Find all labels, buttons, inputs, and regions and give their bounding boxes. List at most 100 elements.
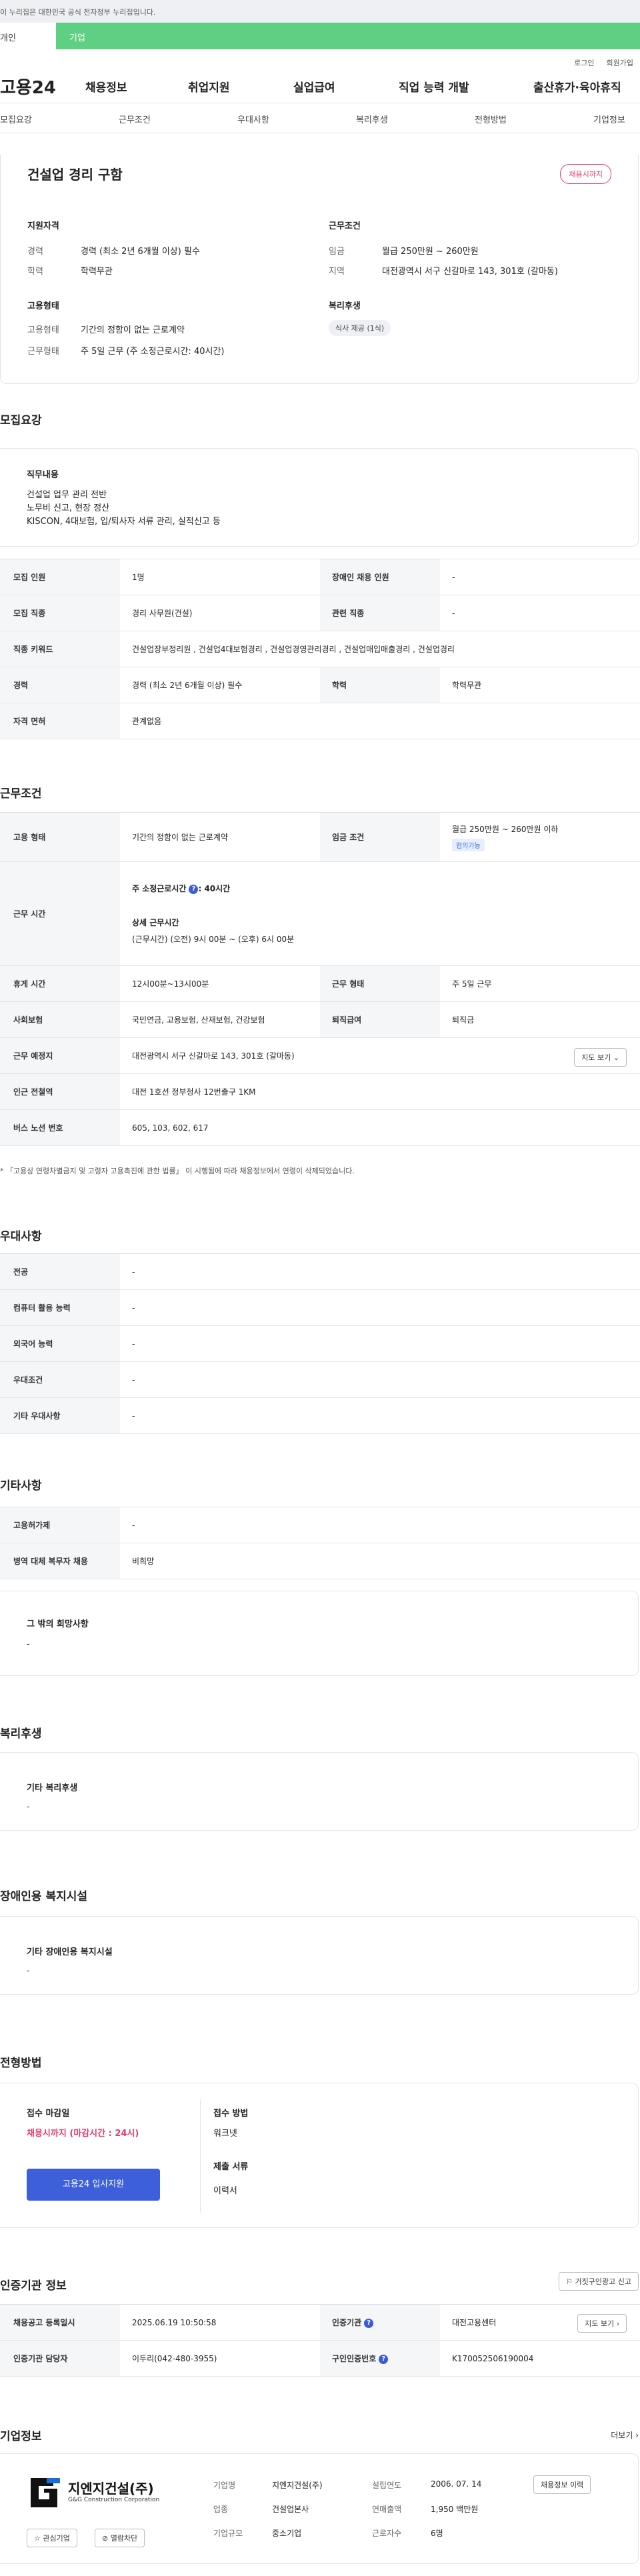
founded-value: 2006. 07. 14: [431, 2479, 482, 2489]
welfare-card-heading: 기타 복리후생: [27, 1783, 78, 1793]
duty-line-3: KISCON, 4대보험, 입/퇴사자 서류 관리, 실적신고 등: [27, 517, 221, 527]
company-logo: 지엔지건설(주) G&G Construction Corporation: [27, 2474, 173, 2514]
edu-table-value: 학력무관: [440, 667, 640, 703]
org-value: 대전고용센터: [452, 2318, 497, 2327]
conditions-heading: 근무조건: [329, 221, 361, 231]
report-button[interactable]: ⚐ 거짓구인광고 신고: [559, 2272, 639, 2291]
break-label: 휴게 시간: [0, 965, 120, 1002]
star-icon: ☆: [34, 2534, 41, 2543]
permit-value: -: [120, 1507, 640, 1543]
other-wishes-heading: 그 밖의 희망사항: [27, 1619, 89, 1629]
location-cell: 대전광역시 서구 신갈마로 143, 301호 (갈마동) 지도 보기 ⌄: [120, 1037, 640, 1074]
welfare-card: 기타 복리후생 -: [0, 1752, 639, 1831]
signup-link[interactable]: 회원가입: [607, 57, 633, 69]
work-section-title: 근무조건: [0, 787, 42, 801]
tab-preference[interactable]: 우대사항: [237, 113, 269, 125]
history-button[interactable]: 채용정보 이력: [533, 2475, 591, 2494]
reqno-label: 구인인증번호: [332, 2354, 377, 2363]
reqno-value: K170052506190004: [440, 2340, 640, 2377]
hours-weekly-value: : 40시간: [198, 884, 231, 893]
language-label: 외국어 능력: [0, 1325, 120, 1362]
region-label: 지역: [329, 267, 345, 277]
revenue-label: 연매출액: [372, 2505, 402, 2514]
tab-enterprise[interactable]: 기업: [56, 23, 640, 49]
map-button[interactable]: 지도 보기 ⌄: [574, 1048, 627, 1067]
etc-table: 고용허가제 - 병역 대체 복무자 채용 비희망: [0, 1507, 640, 1579]
apply-button[interactable]: 고용24 입사지원: [27, 2169, 160, 2201]
major-value: -: [120, 1253, 640, 1290]
tab-company[interactable]: 기업정보: [593, 113, 625, 125]
tab-recruit[interactable]: 모집요강: [0, 113, 32, 125]
preference-table: 전공 - 컴퓨터 활용 능력 - 외국어 능력 - 우대조건 - 기타 우대사항 -: [0, 1253, 640, 1434]
tab-conditions[interactable]: 근무조건: [119, 113, 151, 125]
status-badge: 채용시까지: [560, 164, 611, 184]
more-link[interactable]: 더보기 ›: [611, 2429, 639, 2441]
wage-value: 월급 250만원 ~ 260만원: [382, 247, 479, 257]
qualification-heading: 지원자격: [27, 221, 59, 231]
duty-heading: 직무내용: [27, 470, 59, 480]
block-button[interactable]: ⊘ 열람차단: [95, 2529, 145, 2547]
disability-card: 기타 장애인용 복지시설 -: [0, 1916, 639, 1995]
gnb-item-leave[interactable]: 출산휴가·육아휴직: [533, 78, 621, 95]
favorite-button[interactable]: ☆ 관심기업: [27, 2529, 77, 2547]
other-preference-label: 기타 우대사항: [0, 1397, 120, 1434]
company-logo-mark: [31, 2478, 60, 2507]
favorite-button-label: 관심기업: [43, 2534, 70, 2543]
hours-cell: 주 소정근로시간?: 40시간 상세 근무시간 (근무시간) (오전) 9시 0…: [120, 861, 640, 966]
employees-label: 근로자수: [372, 2529, 402, 2538]
summary-card: 건설업 경리 구함 채용시까지 지원자격 경력 경력 (최소 2년 6개월 이상…: [0, 155, 639, 384]
education-label: 학력: [27, 267, 43, 277]
employment-type-label: 고용형태: [27, 325, 59, 335]
work-type-label: 근무형태: [27, 347, 59, 357]
age-footnote: * 「고용상 연령차별금지 및 고령자 고용촉진에 관한 법률」 이 시행됨에 …: [0, 1167, 355, 1175]
tab-process[interactable]: 전형방법: [475, 113, 507, 125]
other-wishes-value: -: [27, 1639, 30, 1649]
site-logo[interactable]: 고용24: [0, 74, 80, 99]
reqno-label-cell: 구인인증번호?: [320, 2340, 440, 2377]
help-icon[interactable]: ?: [379, 2354, 389, 2364]
org-label-cell: 인증기관?: [320, 2304, 440, 2341]
tab-welfare[interactable]: 복리후생: [356, 113, 388, 125]
size-value: 중소기업: [272, 2529, 302, 2538]
report-button-label: 거짓구인광고 신고: [575, 2277, 631, 2286]
region-value: 대전광역시 서구 신갈마로 143, 301호 (갈마동): [382, 267, 558, 277]
map-button-label: 지도 보기: [581, 1053, 611, 1062]
gnb-item-employment[interactable]: 취업지원: [188, 78, 230, 95]
org-map-button-label: 지도 보기: [585, 2319, 615, 2328]
gnb-item-unemployment[interactable]: 실업급여: [293, 78, 335, 95]
employees-value: 6명: [431, 2529, 443, 2538]
preferential-value: -: [120, 1361, 640, 1398]
company-name-label: 기업명: [213, 2481, 236, 2490]
computer-value: -: [120, 1289, 640, 1326]
career-table-value: 경력 (최소 2년 6개월 이상) 필수: [120, 667, 320, 703]
language-value: -: [120, 1325, 640, 1362]
tab-personal[interactable]: 개인: [0, 23, 56, 49]
hours-weekly-label: 주 소정근로시간: [132, 884, 187, 893]
revenue-value: 1,950 백만원: [431, 2505, 479, 2514]
org-map-button[interactable]: 지도 보기 ›: [577, 2314, 627, 2333]
help-icon[interactable]: ?: [364, 2318, 374, 2328]
help-icon[interactable]: ?: [189, 884, 199, 894]
employ-label: 고용 형태: [0, 812, 120, 862]
other-preference-value: -: [120, 1397, 640, 1434]
login-link[interactable]: 로그인: [574, 57, 594, 69]
block-icon: ⊘: [102, 2534, 109, 2543]
wage-label: 임금: [329, 247, 345, 257]
employ-value: 기간의 정함이 없는 근로계약: [120, 812, 320, 862]
severance-value: 퇴직금: [440, 1001, 640, 1038]
subway-value: 대전 1호선 정부청사 12번출구 1KM: [120, 1073, 640, 1110]
computer-label: 컴퓨터 활용 능력: [0, 1289, 120, 1326]
permit-label: 고용허가제: [0, 1507, 120, 1543]
duty-card: 직무내용 건설업 업무 관리 전반 노무비 신고, 현장 정산 KISCON, …: [0, 448, 639, 547]
gnb-item-jobs[interactable]: 채용정보: [85, 78, 127, 95]
welfare-section-title: 복리후생: [0, 1727, 42, 1741]
wage-cond-label: 임금 조건: [320, 812, 440, 862]
deadline-value: 채용시까지 (마감시간 : 24시): [27, 2129, 139, 2139]
negotiable-tag: 협의가능: [452, 838, 485, 851]
welfare-card-value: -: [27, 1802, 30, 1812]
process-section-title: 전형방법: [0, 2057, 42, 2070]
org-label: 인증기관: [332, 2318, 362, 2327]
gnb-item-training[interactable]: 직업 능력 개발: [399, 78, 469, 95]
cert-table: 채용공고 등록일시 2025.06.19 10:50:58 인증기관? 대전고용…: [0, 2304, 640, 2377]
job-label: 모집 직종: [0, 595, 120, 631]
